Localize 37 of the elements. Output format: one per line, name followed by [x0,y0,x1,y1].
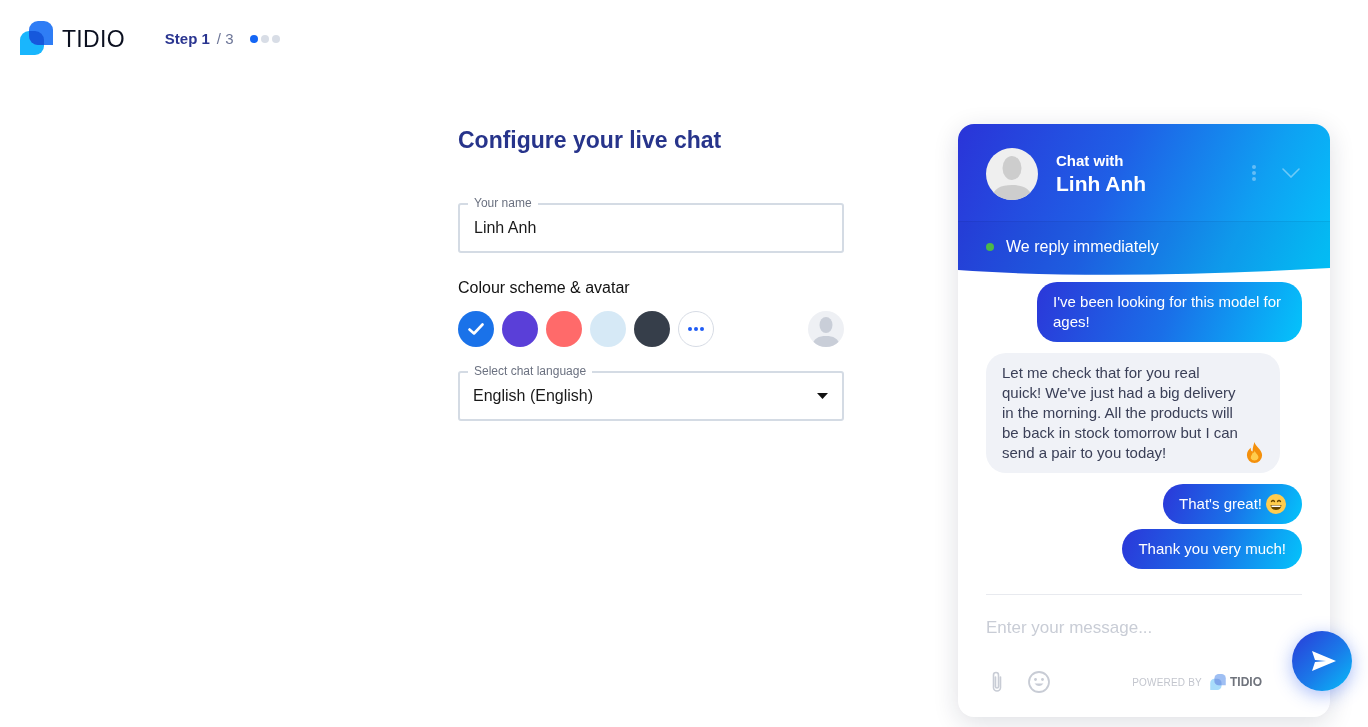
paperclip-icon[interactable] [990,670,1004,694]
colour-swatch[interactable] [634,311,670,347]
send-icon [1311,651,1336,671]
avatar-icon [986,148,1038,200]
message-text: Thank you very much! [1138,539,1286,559]
message-text: Let me check that for you real quick! We've just had a big delivery in the morning. All the products will be back in stock tomorrow but I can send a pair to you today! [1002,363,1239,463]
avatar-icon[interactable] [808,311,844,347]
smiley-icon[interactable] [1028,671,1050,693]
brand-name: TIDIO [1230,675,1262,689]
brand-name: TIDIO [62,26,125,52]
more-icon [688,327,704,331]
message-text: I've been looking for this model for ages! [1053,292,1282,332]
chat-title: Chat with [1056,151,1125,171]
step-total: / 3 [216,30,234,48]
step-label: Step 1 [164,30,210,48]
logo-icon [20,21,53,55]
message-text: That's great! [1179,494,1262,514]
logo-icon [1210,674,1226,690]
field-label: Your name [468,196,538,210]
colour-swatch[interactable] [458,311,494,347]
fire-emoji-icon [1245,442,1264,463]
grinning-emoji-icon [1266,494,1286,514]
page-title: Configure your live chat [458,126,723,154]
colour-swatch[interactable] [502,311,538,347]
section-label: Colour scheme & avatar [458,279,631,297]
more-vertical-icon[interactable] [1252,164,1256,181]
caret-icon [817,393,828,399]
colour-swatch[interactable] [590,311,626,347]
field-label: Select chat language [468,364,593,378]
send-button[interactable] [1292,631,1352,691]
more-colours-button[interactable] [678,311,714,347]
status-text: We reply immediately [1006,238,1159,256]
colour-swatch[interactable] [546,311,582,347]
chevron-down-icon[interactable] [1282,167,1300,178]
agent-name: Linh Anh [1056,171,1147,197]
check-icon [468,323,484,335]
powered-by-label: POWERED BY [1132,676,1202,688]
